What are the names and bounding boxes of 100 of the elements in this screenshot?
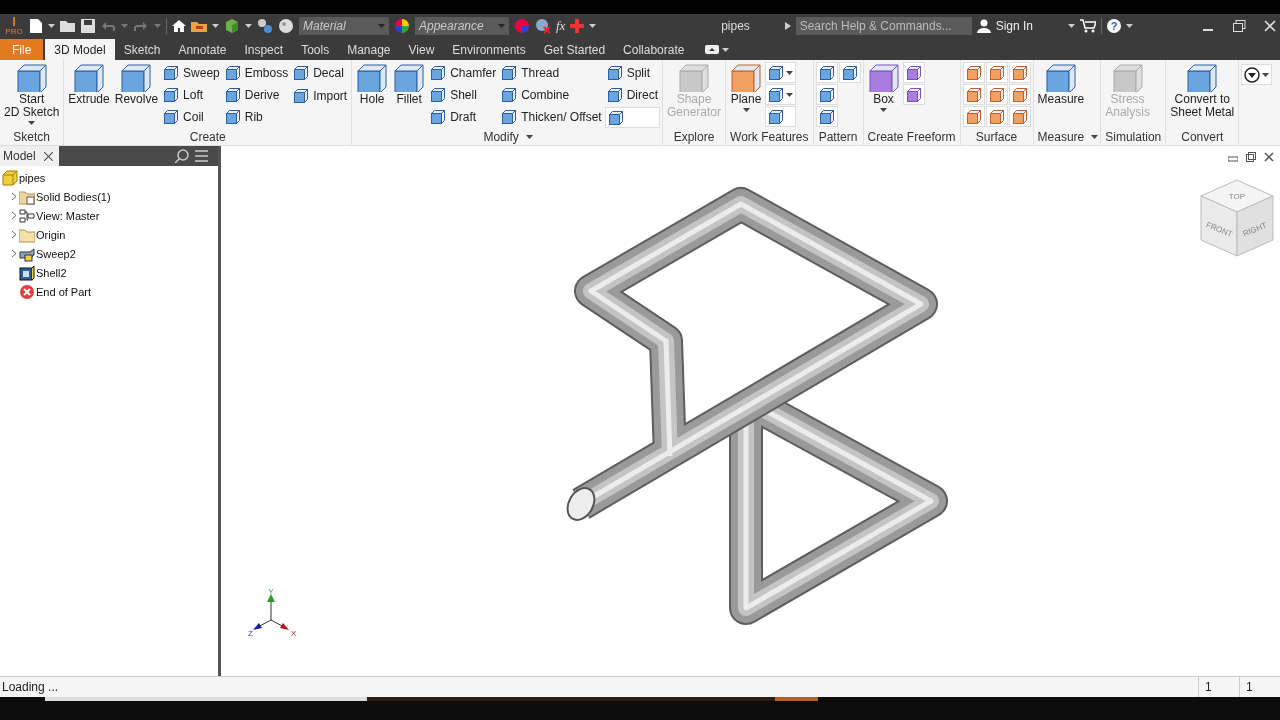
tool-button[interactable]: Shell [428,84,499,106]
ribbon-tab[interactable]: 3D Model [45,39,115,60]
caret-icon[interactable] [1091,133,1099,140]
sign-in-link[interactable]: Sign In [995,18,1033,33]
material-dropdown[interactable]: Material [299,16,389,35]
redo-icon[interactable] [133,19,149,32]
spheres-icon[interactable] [257,17,273,34]
tool-button[interactable]: Box [865,62,902,114]
tool-button[interactable]: Start 2D Sketch [2,62,62,127]
menu-icon[interactable] [195,150,208,162]
tool-button[interactable] [985,62,1008,83]
open-folder-icon[interactable] [60,18,76,33]
tool-button[interactable]: Revolve [112,62,161,107]
clear-appearance-icon[interactable] [535,17,551,34]
tool-button[interactable] [604,107,660,128]
tool-button[interactable]: Draft [428,106,499,128]
cart-icon[interactable] [1080,18,1096,33]
tool-button[interactable]: Split [604,62,660,84]
caret-icon[interactable] [589,22,597,29]
tool-button[interactable]: Direct [604,84,660,106]
tool-button[interactable]: Loft [161,84,222,106]
tool-button[interactable] [962,62,985,83]
tool-button[interactable] [765,106,797,127]
close-icon[interactable] [1264,152,1274,162]
caret-icon[interactable] [28,120,36,126]
tool-button[interactable] [765,84,797,105]
caret-icon[interactable] [722,46,730,53]
caret-icon[interactable] [786,69,794,76]
tool-button[interactable] [815,62,838,83]
tool-button[interactable] [962,106,985,127]
appearance-dropdown[interactable]: Appearance [415,16,509,35]
app-logo[interactable]: I PRO [4,14,24,37]
new-file-icon[interactable] [29,17,43,34]
tool-button[interactable] [815,84,838,105]
panel-title[interactable]: Modify [481,129,521,144]
tool-button[interactable]: Derive [222,84,291,106]
tool-button[interactable] [765,62,797,83]
tool-button[interactable] [962,84,985,105]
caret-icon[interactable] [245,22,252,29]
tool-button[interactable]: Emboss [222,62,291,84]
ribbon-tab[interactable]: Tools [292,39,339,60]
caret-icon[interactable] [1068,22,1075,29]
tool-button[interactable]: Thread [499,62,604,84]
ribbon-tab[interactable]: Manage [338,39,400,60]
restore-icon[interactable] [1233,19,1246,32]
tree-item[interactable]: pipes [19,171,46,184]
ribbon-tab[interactable]: View [399,39,444,60]
tool-button[interactable] [838,62,861,83]
tool-button[interactable]: Measure [1035,62,1087,107]
tool-button[interactable]: Hole [354,62,391,107]
tool-button[interactable]: Sweep [161,62,222,84]
ribbon-tab[interactable]: Sketch [114,39,170,60]
cube-icon[interactable] [224,17,240,34]
caret-icon[interactable] [880,107,887,113]
tool-button[interactable]: Chamfer [428,62,499,84]
tree-item[interactable]: Solid Bodies(1) [36,190,111,203]
tool-button[interactable] [985,84,1008,105]
ribbon-tab[interactable]: Get Started [534,39,615,60]
browser-tab[interactable]: Model [0,146,59,166]
tool-button[interactable] [902,84,925,105]
tree-item[interactable]: View: Master [36,209,100,222]
arrow-icon[interactable] [784,21,791,30]
tool-button[interactable] [1008,62,1031,83]
tool-button[interactable]: Combine [499,84,604,106]
panel-menu-button[interactable] [1241,64,1273,85]
tool-button[interactable]: Decal [291,62,350,84]
ribbon-tab[interactable]: Collaborate [614,39,694,60]
save-icon[interactable] [81,18,95,33]
search-field[interactable]: Search Help & Commands... [795,16,972,35]
close-icon[interactable] [43,151,53,161]
tool-button[interactable]: Convert to Sheet Metal [1168,62,1237,120]
tree-item[interactable]: End of Part [36,285,92,298]
keyboard-icon[interactable] [705,45,720,54]
help-button[interactable]: ? [1107,18,1121,33]
tool-button[interactable] [902,62,925,83]
tool-button[interactable] [1008,84,1031,105]
caret-icon[interactable] [742,107,750,113]
color-wheel-icon[interactable] [394,17,410,34]
tool-button[interactable]: Extrude [66,62,112,107]
user-icon[interactable] [976,18,991,33]
caret-icon[interactable] [786,91,794,98]
caret-icon[interactable] [1126,22,1133,29]
ribbon-tab[interactable]: Annotate [169,39,236,60]
tool-button[interactable]: Fillet [391,62,428,107]
home-icon[interactable] [172,18,186,33]
tool-button[interactable]: Plane [728,62,765,114]
caret-icon[interactable] [525,133,533,140]
tool-button[interactable] [1008,106,1031,127]
ribbon-tab[interactable]: Inspect [235,39,293,60]
tool-button[interactable]: Coil [161,106,222,128]
ribbon-tab[interactable]: Environments [443,39,535,60]
formula-button[interactable]: fx [556,17,566,34]
tree-item[interactable]: Shell2 [36,266,67,279]
tool-button[interactable]: Import [291,85,350,107]
tool-button[interactable] [815,106,838,127]
restore-icon[interactable] [1246,152,1256,162]
tree-item[interactable]: Origin [36,228,66,241]
tool-button[interactable]: Rib [222,106,291,128]
tool-button[interactable]: Thicken/ Offset [499,106,604,128]
panel-title[interactable]: Measure [1035,129,1087,144]
